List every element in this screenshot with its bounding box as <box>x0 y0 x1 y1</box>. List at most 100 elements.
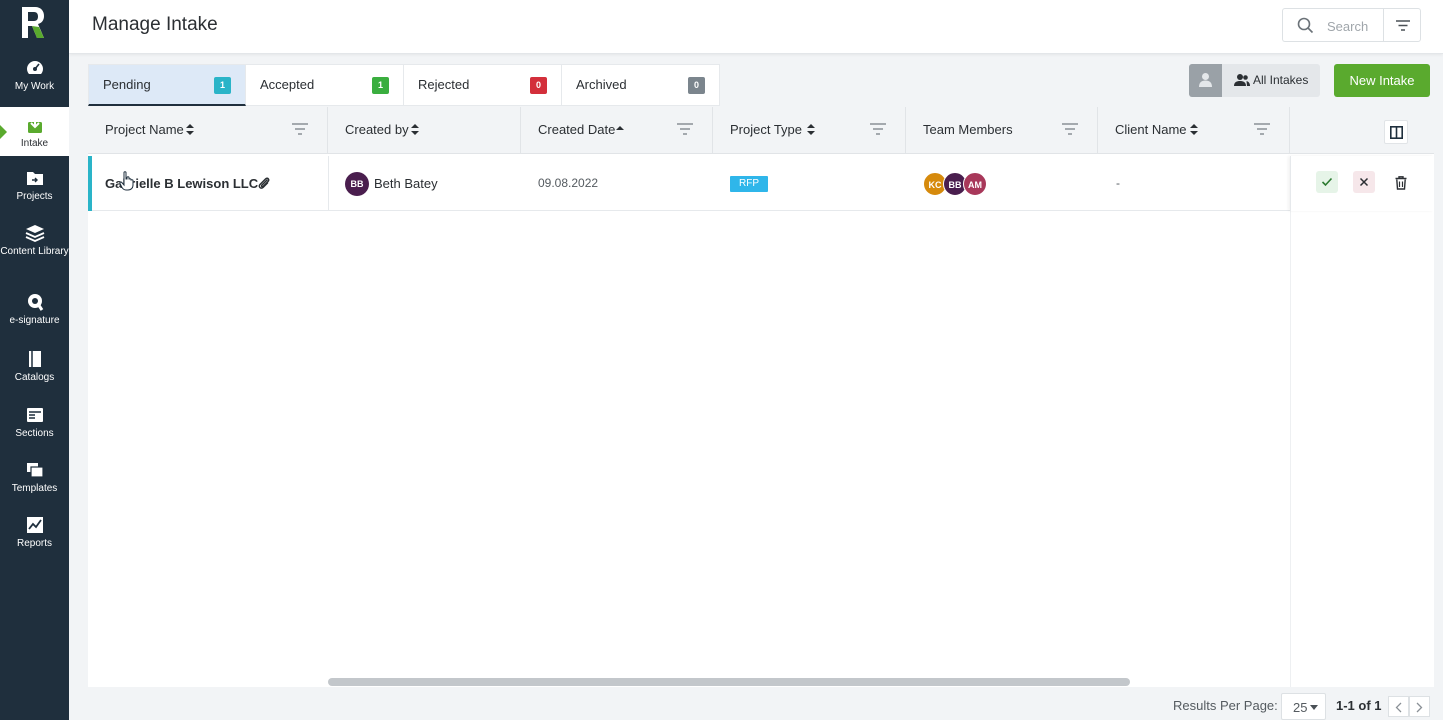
all-intakes-label: All Intakes <box>1253 73 1309 87</box>
intake-view-toggle: All Intakes <box>1189 64 1320 97</box>
accept-button[interactable] <box>1316 171 1338 193</box>
tab-count-badge: 0 <box>530 77 547 94</box>
sidebar-item-reports[interactable]: Reports <box>0 515 69 555</box>
intake-status-tabs: Pending 1 Accepted 1 Rejected 0 Archived… <box>88 64 720 107</box>
tab-count-badge: 1 <box>214 77 231 94</box>
table-header: Project Name Created by Created Date Pro… <box>88 107 1434 154</box>
scrollbar-thumb[interactable] <box>328 678 1130 686</box>
sidebar-item-label: Templates <box>11 483 58 494</box>
sidebar-item-sections[interactable]: Sections <box>0 405 69 445</box>
chevron-right-icon <box>1416 702 1423 713</box>
search-input[interactable] <box>1327 17 1381 35</box>
next-page-button[interactable] <box>1409 696 1430 717</box>
column-header-created-by[interactable]: Created by <box>328 107 521 154</box>
tab-archived[interactable]: Archived 0 <box>562 64 720 106</box>
column-filter-icon[interactable] <box>1062 123 1078 135</box>
sidebar-item-e-signature[interactable]: e-signature <box>0 292 69 332</box>
dashboard-gauge-icon <box>26 61 43 74</box>
column-filter-icon[interactable] <box>1254 123 1270 135</box>
sidebar-item-intake[interactable]: Intake <box>0 107 69 156</box>
tab-count-badge: 1 <box>372 77 389 94</box>
search-icon <box>1297 17 1314 34</box>
close-icon <box>1359 177 1369 187</box>
sort-ascending-icon[interactable] <box>616 124 624 135</box>
avatar: BB <box>345 172 369 196</box>
reject-button[interactable] <box>1353 171 1375 193</box>
users-group-icon <box>1234 74 1250 86</box>
sidebar-item-label: My Work <box>14 81 55 92</box>
templates-icon <box>26 463 44 478</box>
sort-both-icon[interactable] <box>411 124 419 135</box>
filter-lines-icon <box>1396 20 1410 31</box>
sidebar-item-label: Projects <box>16 191 53 202</box>
sidebar-item-label: Catalogs <box>14 372 55 383</box>
tab-pending[interactable]: Pending 1 <box>88 64 246 106</box>
column-filter-icon[interactable] <box>677 123 693 135</box>
single-user-icon <box>1199 73 1212 87</box>
search-box[interactable] <box>1282 8 1384 42</box>
projects-folder-icon <box>26 172 43 185</box>
per-page-value: 25 <box>1293 700 1308 715</box>
column-header-team-members[interactable]: Team Members <box>906 107 1098 154</box>
column-label: Client Name <box>1115 122 1187 137</box>
tab-label: Archived <box>576 77 627 92</box>
column-filter-icon[interactable] <box>870 123 886 135</box>
row-status-accent <box>88 156 92 211</box>
client-name: - <box>1116 176 1120 190</box>
trash-icon <box>1395 176 1407 190</box>
pagination-info: 1-1 of 1 <box>1336 698 1382 713</box>
all-intakes-toggle[interactable]: All Intakes <box>1222 64 1320 97</box>
tab-count-badge: 0 <box>688 77 705 94</box>
page-title: Manage Intake <box>92 14 218 35</box>
rfpio-logo[interactable] <box>19 5 47 41</box>
sidebar: My Work Intake Projects Content Library … <box>0 0 69 720</box>
tab-accepted[interactable]: Accepted 1 <box>246 64 404 106</box>
intake-download-icon <box>27 116 42 133</box>
new-intake-button[interactable]: New Intake <box>1334 64 1430 97</box>
delete-button[interactable] <box>1390 171 1412 193</box>
check-icon <box>1321 177 1333 187</box>
column-header-project-type[interactable]: Project Type <box>713 107 906 154</box>
content-library-stack-icon <box>25 225 44 242</box>
my-intakes-toggle[interactable] <box>1189 64 1222 97</box>
column-header-project-name[interactable]: Project Name <box>88 107 328 154</box>
sidebar-item-catalogs[interactable]: Catalogs <box>0 349 69 389</box>
sidebar-item-projects[interactable]: Projects <box>0 168 69 208</box>
sort-both-icon[interactable] <box>807 124 815 135</box>
chevron-left-icon <box>1395 702 1402 713</box>
column-filter-icon[interactable] <box>292 123 308 135</box>
chevron-down-icon <box>1310 705 1318 710</box>
results-per-page-select[interactable]: 25 <box>1281 693 1326 720</box>
column-label: Project Name <box>105 122 184 137</box>
sections-icon <box>26 408 43 422</box>
sort-both-icon[interactable] <box>1190 124 1198 135</box>
attachment-paperclip-icon[interactable] <box>257 176 271 191</box>
previous-page-button[interactable] <box>1388 696 1409 717</box>
horizontal-scrollbar[interactable] <box>328 678 1338 686</box>
catalogs-book-icon <box>28 351 41 367</box>
column-label: Created by <box>345 122 409 137</box>
column-header-created-date[interactable]: Created Date <box>521 107 713 154</box>
sidebar-item-label: Sections <box>15 428 54 439</box>
column-header-client-name[interactable]: Client Name <box>1098 107 1290 154</box>
intake-table: Project Name Created by Created Date Pro… <box>88 107 1434 687</box>
sidebar-item-content-library[interactable]: Content Library <box>0 223 69 275</box>
column-settings-button[interactable] <box>1384 120 1408 144</box>
filter-button[interactable] <box>1383 8 1421 42</box>
tab-label: Accepted <box>260 77 315 92</box>
tab-label: Pending <box>103 77 151 92</box>
row-actions <box>1290 156 1434 211</box>
sidebar-item-label: e-signature <box>9 315 60 326</box>
tab-rejected[interactable]: Rejected 0 <box>404 64 562 106</box>
created-by-name: Beth Batey <box>374 176 438 191</box>
results-per-page-label: Results Per Page: <box>1173 698 1278 713</box>
sidebar-item-label: Intake <box>20 138 49 149</box>
column-label: Created Date <box>538 122 616 137</box>
sort-both-icon[interactable] <box>186 124 194 135</box>
e-signature-icon <box>27 294 43 311</box>
table-row[interactable]: Gabrielle B Lewison LLC BB Beth Batey 09… <box>88 156 1434 211</box>
sidebar-item-my-work[interactable]: My Work <box>0 58 69 98</box>
sidebar-item-label: Reports <box>16 538 52 549</box>
project-type-tag: RFP <box>730 176 768 192</box>
sidebar-item-templates[interactable]: Templates <box>0 460 69 500</box>
